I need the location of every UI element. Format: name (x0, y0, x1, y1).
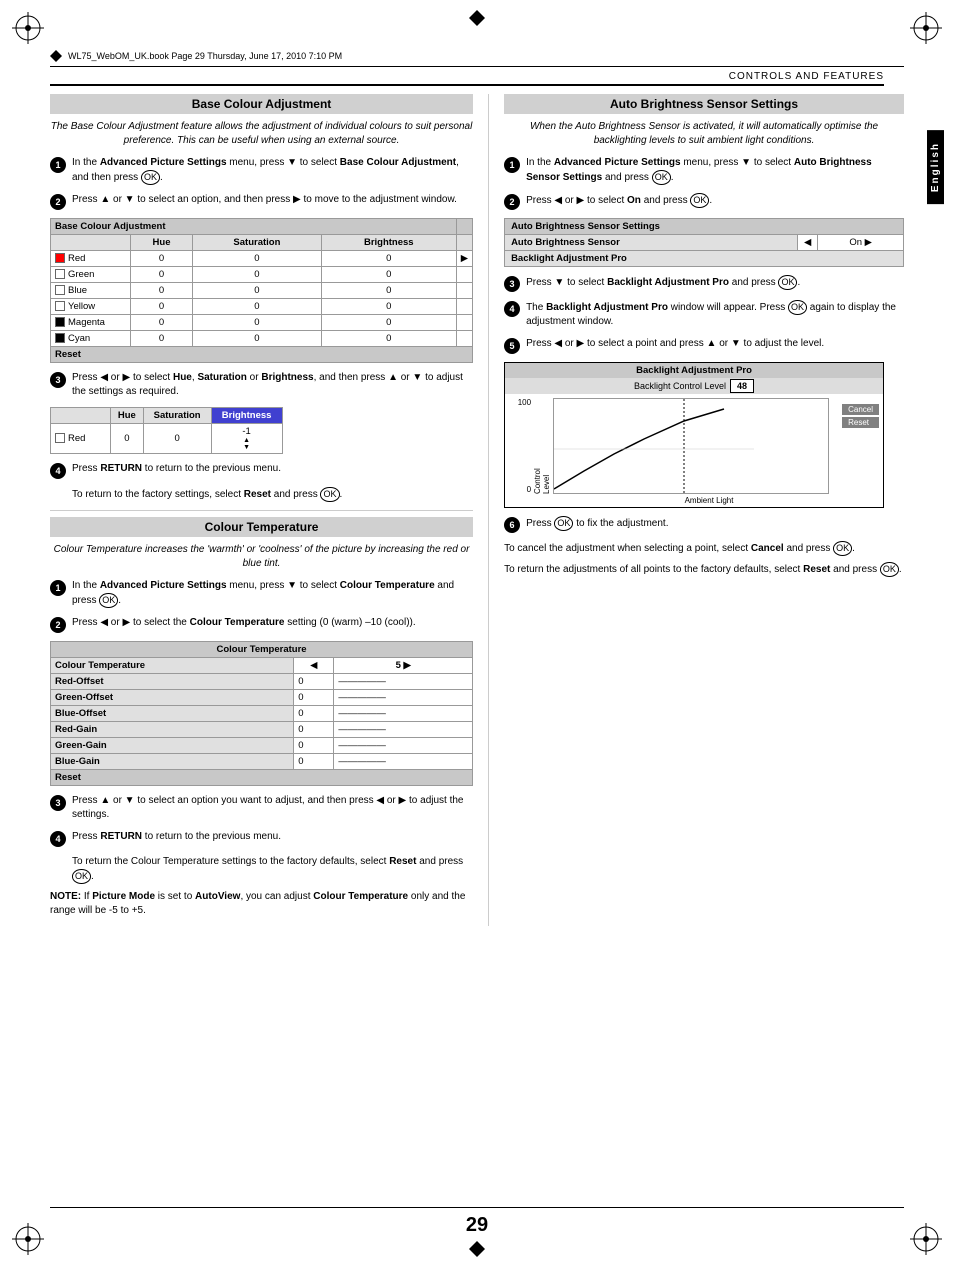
base-step-4: 4 Press RETURN to return to the previous… (50, 462, 473, 479)
step-3-text: Press ◀ or ▶ to select Hue, Saturation o… (72, 371, 473, 399)
abs-step-num-5: 5 (504, 338, 520, 354)
step-num-3: 3 (50, 372, 66, 388)
ct-step-1: 1 In the Advanced Picture Settings menu,… (50, 579, 473, 608)
language-tab: English (927, 130, 944, 204)
abs-cancel-note: To cancel the adjustment when selecting … (504, 541, 904, 556)
abs-step-4-text: The Backlight Adjustment Pro window will… (526, 300, 904, 329)
ct-step-4-text: Press RETURN to return to the previous m… (72, 830, 473, 844)
abs-step-6: 6 Press OK to fix the adjustment. (504, 516, 904, 533)
base-step-2: 2 Press ▲ or ▼ to select an option, and … (50, 193, 473, 210)
chart-title: Backlight Adjustment Pro (505, 363, 883, 378)
abs-reset-note: To return the adjustments of all points … (504, 562, 904, 577)
abs-step-5-text: Press ◀ or ▶ to select a point and press… (526, 337, 904, 351)
base-step-3: 3 Press ◀ or ▶ to select Hue, Saturation… (50, 371, 473, 399)
diamond-top (469, 10, 485, 26)
chart-cancel-btn[interactable]: Cancel (842, 404, 879, 415)
abs-step-3: 3 Press ▼ to select Backlight Adjustment… (504, 275, 904, 292)
base-colour-table: Base Colour Adjustment Hue Saturation Br… (50, 218, 473, 363)
abs-step-2-text: Press ◀ or ▶ to select On and press OK. (526, 193, 904, 208)
ct-step-3-text: Press ▲ or ▼ to select an option you wan… (72, 794, 473, 822)
chart-reset-btn[interactable]: Reset (842, 417, 879, 428)
chart-x-label: Ambient Light (535, 494, 883, 507)
colour-temperature-section: Colour Temperature Colour Temperature in… (50, 517, 473, 918)
colour-temp-table: Colour Temperature Colour Temperature ◀ … (50, 641, 473, 786)
ct-step-2-text: Press ◀ or ▶ to select the Colour Temper… (72, 616, 473, 630)
abs-table: Auto Brightness Sensor Settings Auto Bri… (504, 218, 904, 267)
step-1-text: In the Advanced Picture Settings menu, p… (72, 156, 473, 185)
abs-step-1-text: In the Advanced Picture Settings menu, p… (526, 156, 904, 185)
step-4-text: Press RETURN to return to the previous m… (72, 462, 473, 476)
abs-step-1: 1 In the Advanced Picture Settings menu,… (504, 156, 904, 185)
abs-step-2: 2 Press ◀ or ▶ to select On and press OK… (504, 193, 904, 210)
abs-step-num-2: 2 (504, 194, 520, 210)
ct-step-3: 3 Press ▲ or ▼ to select an option you w… (50, 794, 473, 822)
abs-step-3-text: Press ▼ to select Backlight Adjustment P… (526, 275, 904, 290)
base-step4-note: To return to the factory settings, selec… (72, 487, 473, 502)
ct-step-2: 2 Press ◀ or ▶ to select the Colour Temp… (50, 616, 473, 633)
chart-plot-area (553, 398, 829, 494)
ct-step4-note: To return the Colour Temperature setting… (72, 855, 473, 884)
abs-step-num-3: 3 (504, 276, 520, 292)
ct-step-num-2: 2 (50, 617, 66, 633)
base-colour-table-header: Base Colour Adjustment (51, 219, 457, 235)
abs-step-num-6: 6 (504, 517, 520, 533)
left-column: Base Colour Adjustment The Base Colour A… (50, 94, 489, 926)
step-num-4: 4 (50, 463, 66, 479)
step-num-1: 1 (50, 157, 66, 173)
colour-temp-title: Colour Temperature (50, 517, 473, 537)
abs-step-5: 5 Press ◀ or ▶ to select a point and pre… (504, 337, 904, 354)
diamond-bottom (469, 1241, 485, 1257)
ct-step-1-text: In the Advanced Picture Settings menu, p… (72, 579, 473, 608)
abs-step-num-4: 4 (504, 301, 520, 317)
colour-temp-desc: Colour Temperature increases the 'warmth… (50, 543, 473, 571)
chart-subtitle: Backlight Control Level 48 (505, 378, 883, 394)
corner-crosshair-tl (8, 8, 48, 48)
ct-step-num-1: 1 (50, 580, 66, 596)
auto-brightness-desc: When the Auto Brightness Sensor is activ… (504, 120, 904, 148)
diamond-header-left (50, 50, 62, 62)
page-number: 29 (466, 1214, 488, 1236)
header-filename: WL75_WebOM_UK.book Page 29 Thursday, Jun… (68, 51, 342, 61)
chart-body: 100 0 ControlLevel (505, 394, 883, 494)
right-column: Auto Brightness Sensor Settings When the… (489, 94, 924, 926)
ct-step-num-4: 4 (50, 831, 66, 847)
step-num-2: 2 (50, 194, 66, 210)
abs-step-4: 4 The Backlight Adjustment Pro window wi… (504, 300, 904, 329)
base-colour-desc: The Base Colour Adjustment feature allow… (50, 120, 473, 148)
ct-step-4: 4 Press RETURN to return to the previous… (50, 830, 473, 847)
chart-line-svg (554, 399, 828, 493)
abs-step-6-text: Press OK to fix the adjustment. (526, 516, 904, 531)
base-colour-section: Base Colour Adjustment The Base Colour A… (50, 94, 473, 502)
base-step-1: 1 In the Advanced Picture Settings menu,… (50, 156, 473, 185)
small-adjust-table: Hue Saturation Brightness Red 0 0 -1 (50, 407, 283, 454)
abs-step-num-1: 1 (504, 157, 520, 173)
backlight-chart: Backlight Adjustment Pro Backlight Contr… (504, 362, 884, 508)
ct-step-num-3: 3 (50, 795, 66, 811)
chart-buttons: Cancel Reset (842, 404, 879, 428)
base-colour-title: Base Colour Adjustment (50, 94, 473, 114)
ct-note: NOTE: If Picture Mode is set to AutoView… (50, 890, 473, 918)
chart-y-label: ControlLevel (533, 398, 551, 494)
reset-label-1: Reset (51, 347, 473, 363)
controls-and-features-label: CONTROLS AND FEATURES (50, 71, 884, 86)
corner-crosshair-tr (906, 8, 946, 48)
step-2-text: Press ▲ or ▼ to select an option, and th… (72, 193, 473, 207)
auto-brightness-title: Auto Brightness Sensor Settings (504, 94, 904, 114)
auto-brightness-section: Auto Brightness Sensor Settings When the… (504, 94, 904, 577)
